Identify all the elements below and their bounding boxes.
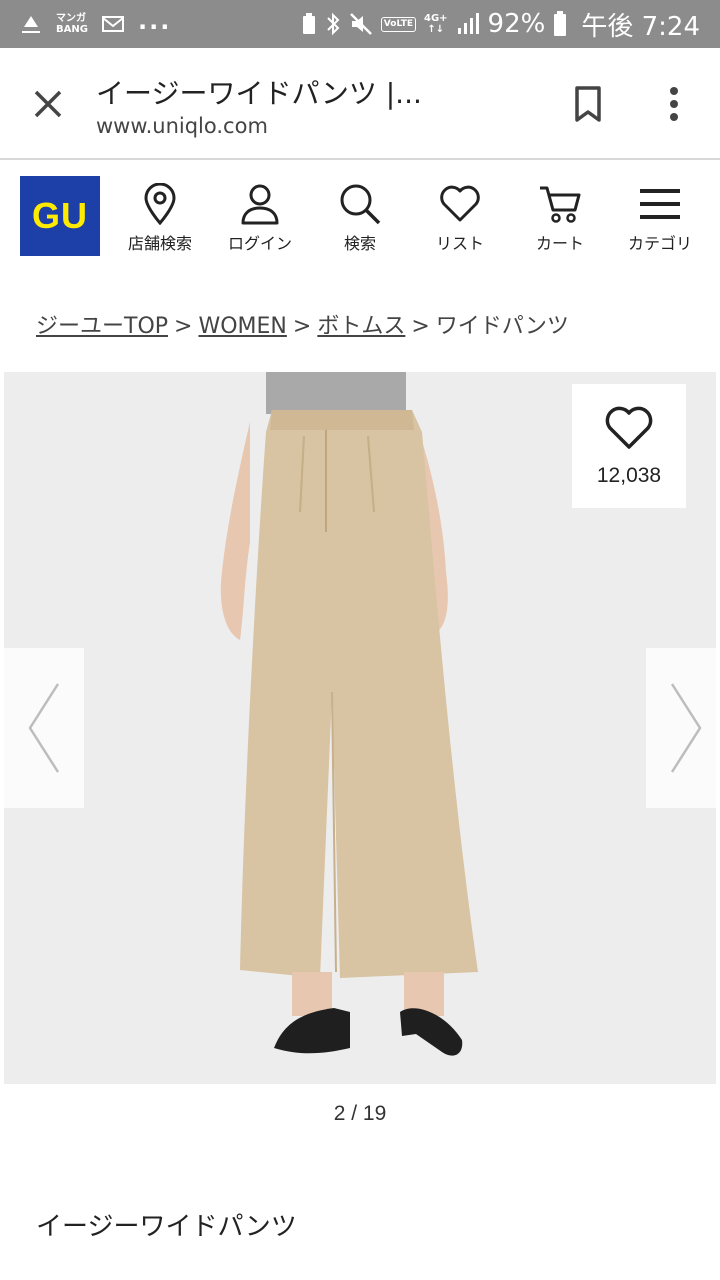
location-pin-icon xyxy=(143,180,177,228)
nav-label: 店舗検索 xyxy=(127,234,192,253)
signal-icon xyxy=(456,12,480,36)
browser-toolbar: イージーワイドパンツ |... www.uniqlo.com xyxy=(0,48,720,160)
search-icon xyxy=(339,180,381,228)
close-button[interactable] xyxy=(26,82,70,126)
network-type: 4G+ ↑↓ xyxy=(424,13,448,35)
previous-image-button[interactable] xyxy=(4,648,84,808)
favorite-button[interactable]: 12,038 xyxy=(572,384,686,508)
breadcrumb-separator: > xyxy=(411,314,430,339)
breadcrumb-separator: > xyxy=(292,314,312,339)
hamburger-menu-icon xyxy=(639,180,681,228)
more-vert-icon xyxy=(670,87,678,121)
nav-label: リスト xyxy=(435,234,484,253)
breadcrumb: ジーユーTOP > WOMEN > ボトムス > ワイドパンツ xyxy=(36,308,569,340)
product-name: イージーワイドパンツ xyxy=(36,1212,297,1242)
recycle-notification-icon xyxy=(20,13,42,35)
clock: 午後 7:24 xyxy=(581,11,700,42)
nav-label: カテゴリ xyxy=(627,234,692,253)
cart-icon xyxy=(538,180,582,228)
mute-icon xyxy=(349,12,373,36)
chevron-right-icon xyxy=(670,683,702,773)
page-url: www.uniqlo.com xyxy=(96,114,268,138)
favorite-count: 12,038 xyxy=(596,464,662,487)
breadcrumb-separator: > xyxy=(174,314,193,339)
nav-cart[interactable]: カート xyxy=(510,180,610,260)
nav-store-search[interactable]: 店舗検索 xyxy=(110,180,210,260)
page-title: イージーワイドパンツ |... xyxy=(96,77,422,110)
battery-percent: 92% xyxy=(487,9,546,39)
heart-icon xyxy=(439,180,481,228)
nav-category[interactable]: カテゴリ xyxy=(610,180,710,260)
nav-label: カート xyxy=(535,234,584,253)
bookmark-button[interactable] xyxy=(566,82,610,126)
overflow-menu-button[interactable] xyxy=(652,82,696,126)
nav-login[interactable]: ログイン xyxy=(210,180,310,260)
breadcrumb-link-bottoms[interactable]: ボトムス xyxy=(317,314,405,339)
breadcrumb-link-top[interactable]: ジーユーTOP xyxy=(36,314,168,339)
battery-icon xyxy=(553,11,567,37)
battery-saver-icon xyxy=(301,12,317,36)
user-icon xyxy=(240,180,280,228)
breadcrumb-link-women[interactable]: WOMEN xyxy=(198,314,286,339)
nav-wishlist[interactable]: リスト xyxy=(410,180,510,260)
status-bar: マンガ BANG ... VoLTE 4G+ ↑↓ 92% 午後 7:24 xyxy=(0,0,720,48)
nav-search[interactable]: 検索 xyxy=(310,180,410,260)
mail-notification-icon xyxy=(101,15,124,33)
close-icon xyxy=(34,90,62,118)
next-image-button[interactable] xyxy=(646,648,720,808)
gu-logo[interactable]: GU xyxy=(20,176,100,256)
nav-label: 検索 xyxy=(343,234,376,253)
volte-badge: VoLTE xyxy=(380,16,416,32)
more-notifications: ... xyxy=(137,7,172,35)
bluetooth-icon xyxy=(325,11,341,37)
chevron-left-icon xyxy=(28,683,60,773)
image-pager: 2 / 19 xyxy=(333,1102,387,1125)
bookmark-icon xyxy=(575,86,601,122)
breadcrumb-current: ワイドパンツ xyxy=(435,314,569,339)
manga-bang-notification-icon: マンガ BANG xyxy=(56,13,88,35)
heart-icon xyxy=(604,406,654,454)
nav-label: ログイン xyxy=(227,234,292,253)
